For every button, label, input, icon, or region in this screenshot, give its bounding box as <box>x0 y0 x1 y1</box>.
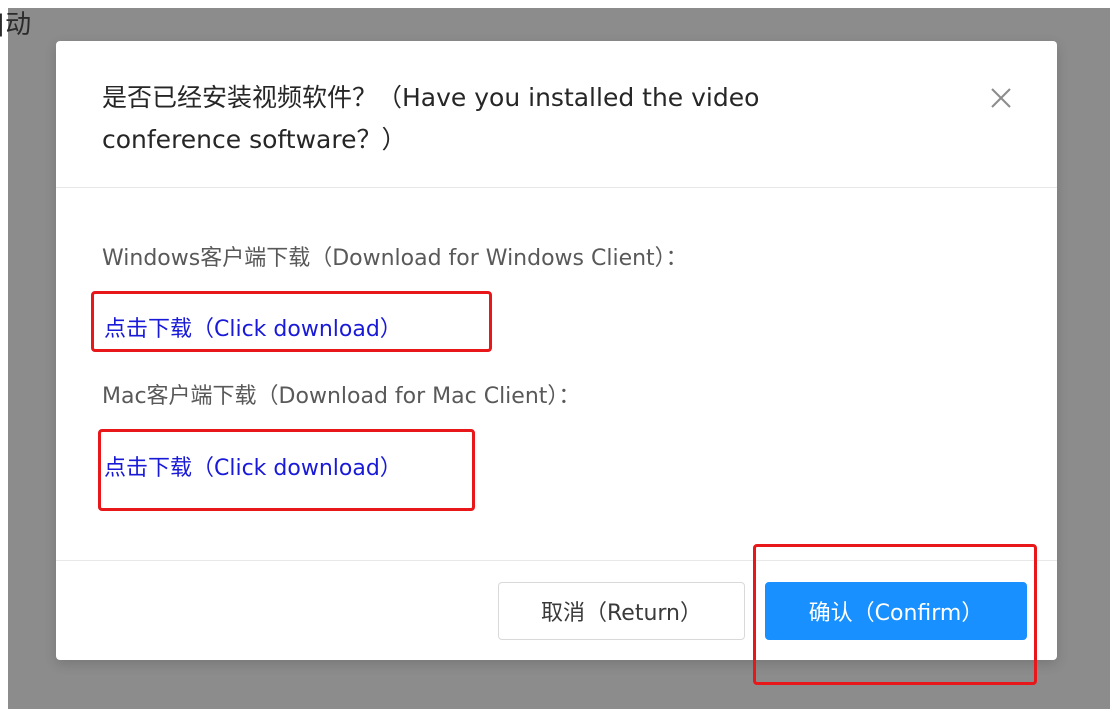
mac-download-label: Mac客户端下载（Download for Mac Client）： <box>102 384 581 409</box>
cancel-button[interactable]: 取消（Return） <box>498 582 745 640</box>
background-page-text: ]动 <box>0 10 33 40</box>
dialog-title: 是否已经安装视频软件？（Have you installed the video… <box>102 83 760 154</box>
mac-download-link[interactable]: 点击下载（Click download） <box>104 450 402 482</box>
windows-download-link[interactable]: 点击下载（Click download） <box>104 311 402 343</box>
windows-download-label: Windows客户端下载（Download for Windows Client… <box>102 246 688 271</box>
install-software-dialog: 是否已经安装视频软件？（Have you installed the video… <box>56 41 1057 660</box>
close-icon <box>991 88 1011 108</box>
dialog-footer: 取消（Return） 确认（Confirm） <box>56 560 1057 660</box>
dialog-header: 是否已经安装视频软件？（Have you installed the video… <box>56 41 1057 188</box>
close-button[interactable] <box>976 73 1026 123</box>
confirm-button[interactable]: 确认（Confirm） <box>765 582 1027 640</box>
dialog-body: Windows客户端下载（Download for Windows Client… <box>56 188 1057 560</box>
